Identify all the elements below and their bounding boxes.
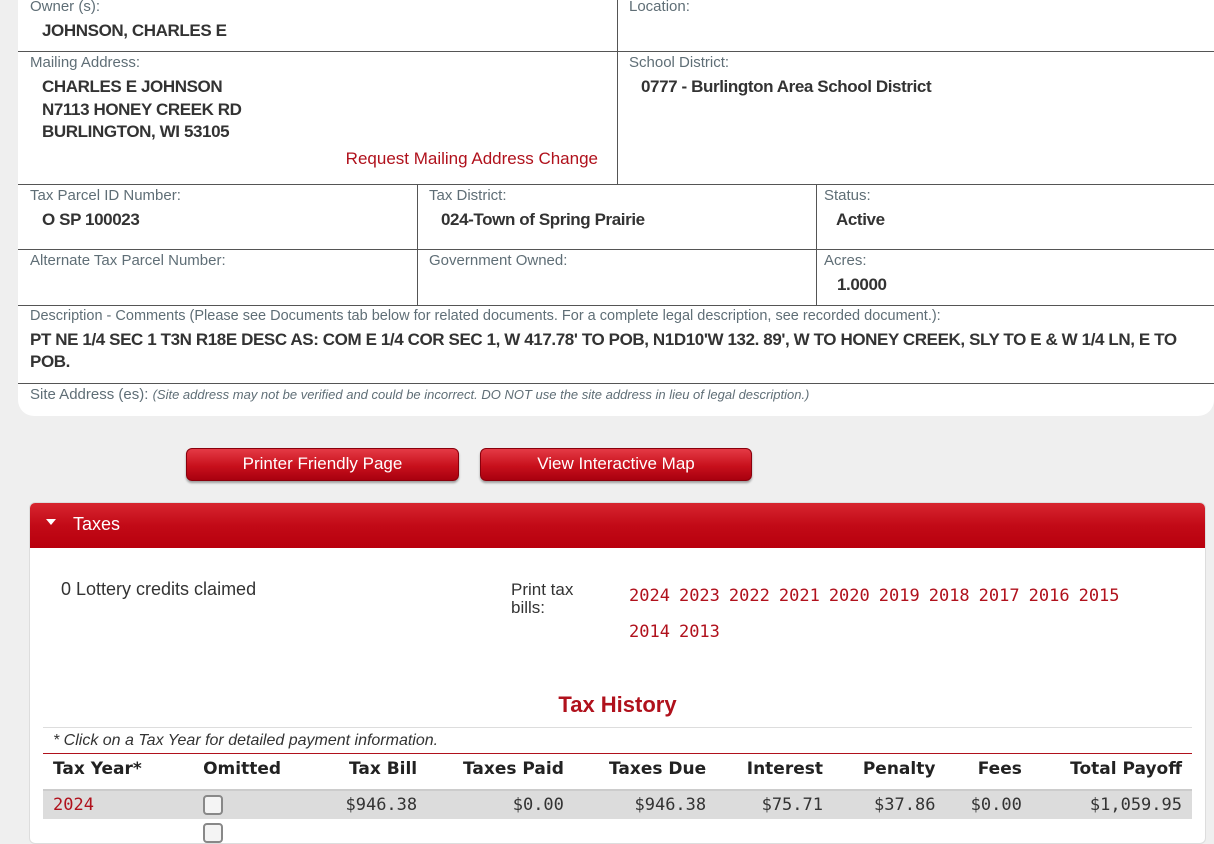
tax-bill-year-link[interactable]: 2020 xyxy=(829,586,870,606)
taxes-paid-cell: $0.00 xyxy=(427,790,574,819)
taxes-panel-title: Taxes xyxy=(73,514,121,534)
mailing-address-label: Mailing Address: xyxy=(30,54,141,71)
status-value: Active xyxy=(836,210,885,229)
column-header-omitted[interactable]: Omitted xyxy=(175,749,316,791)
tax-parcel-id-value: O SP 100023 xyxy=(42,210,140,229)
taxes-panel: Taxes 0 Lottery credits claimed Print ta… xyxy=(29,502,1206,844)
column-header-penalty[interactable]: Penalty xyxy=(833,749,946,791)
mailing-address-line: N7113 HONEY CREEK RD xyxy=(42,99,242,119)
divider xyxy=(18,249,1214,250)
lottery-credits-text: 0 Lottery credits claimed xyxy=(61,579,257,599)
column-header-tax-year[interactable]: Tax Year* xyxy=(43,749,176,791)
tax-district-value: 024-Town of Spring Prairie xyxy=(441,210,645,229)
tax-year-link[interactable]: 2024 xyxy=(43,790,176,819)
collapse-triangle-icon xyxy=(46,519,56,525)
table-row: 2024 $946.38 $0.00 $946.38 $75.71 $37.86… xyxy=(43,790,1192,819)
tax-history-note: * Click on a Tax Year for detailed payme… xyxy=(53,732,439,749)
acres-value: 1.0000 xyxy=(837,275,887,294)
site-address-label: Site Address (es): xyxy=(30,386,149,403)
government-owned-label: Government Owned: xyxy=(429,252,568,269)
mailing-address-line: BURLINGTON, WI 53105 xyxy=(42,122,230,141)
description-label: Description - Comments (Please see Docum… xyxy=(30,308,941,324)
tax-bill-year-link[interactable]: 2018 xyxy=(929,586,970,606)
tax-bill-year-link[interactable]: 2013 xyxy=(679,622,720,642)
column-header-fees[interactable]: Fees xyxy=(945,749,1032,791)
site-address-row: Site Address (es): (Site address may not… xyxy=(30,386,809,403)
status-label: Status: xyxy=(824,187,871,204)
taxes-due-cell: $946.38 xyxy=(573,790,717,819)
tax-bill-year-link[interactable]: 2015 xyxy=(1079,586,1120,606)
mailing-address-line: CHARLES E JOHNSON xyxy=(42,77,223,96)
tax-bill-year-link[interactable]: 2024 xyxy=(629,586,670,606)
column-header-interest[interactable]: Interest xyxy=(716,749,833,791)
divider xyxy=(816,184,817,305)
divider xyxy=(18,184,1214,185)
request-mailing-change-link[interactable]: Request Mailing Address Change xyxy=(346,149,598,169)
tax-bill-year-link[interactable]: 2016 xyxy=(1029,586,1070,606)
alternate-parcel-label: Alternate Tax Parcel Number: xyxy=(30,252,226,269)
divider xyxy=(417,184,418,305)
omitted-checkbox[interactable] xyxy=(203,795,224,815)
divider xyxy=(18,383,1214,384)
owner-value: JOHNSON, CHARLES E xyxy=(42,21,227,40)
divider xyxy=(18,51,1214,52)
school-district-label: School District: xyxy=(629,54,730,71)
omitted-checkbox[interactable] xyxy=(203,823,224,843)
tax-history-title: Tax History xyxy=(558,692,677,717)
mailing-address-value: CHARLES E JOHNSON N7113 HONEY CREEK RD B… xyxy=(42,76,242,144)
tax-bill-year-link[interactable]: 2021 xyxy=(779,586,820,606)
column-header-total-payoff[interactable]: Total Payoff xyxy=(1031,749,1192,791)
tax-parcel-id-label: Tax Parcel ID Number: xyxy=(30,187,181,204)
column-header-taxes-paid[interactable]: Taxes Paid xyxy=(427,749,574,791)
tax-bill-year-link[interactable]: 2022 xyxy=(729,586,770,606)
omitted-cell xyxy=(175,790,316,819)
tax-district-label: Tax District: xyxy=(429,187,507,204)
tax-bill-years: 2024 2023 2022 2021 2020 2019 2018 2017 2016 2015… xyxy=(629,578,1199,650)
tax-bill-cell: $946.38 xyxy=(315,790,428,819)
location-label: Location: xyxy=(629,0,690,15)
divider xyxy=(43,727,1192,728)
taxes-panel-header[interactable]: Taxes xyxy=(30,503,1205,548)
divider xyxy=(617,0,618,184)
parcel-info-card: Owner (s): JOHNSON, CHARLES E Location: … xyxy=(18,0,1214,416)
description-value: PT NE 1/4 SEC 1 T3N R18E DESC AS: COM E … xyxy=(30,330,1177,371)
acres-label: Acres: xyxy=(824,252,867,269)
tax-bill-year-link[interactable]: 2017 xyxy=(979,586,1020,606)
tax-bill-year-link[interactable]: 2014 xyxy=(629,622,670,642)
divider xyxy=(18,305,1214,306)
tax-bill-year-link[interactable]: 2019 xyxy=(879,586,920,606)
view-interactive-map-button[interactable]: View Interactive Map xyxy=(480,448,752,481)
omitted-cell xyxy=(175,819,316,843)
column-header-tax-bill[interactable]: Tax Bill xyxy=(315,749,428,791)
owner-label: Owner (s): xyxy=(30,0,101,15)
print-tax-bills-label: Print tax bills: xyxy=(511,580,574,617)
tax-bill-year-link[interactable]: 2023 xyxy=(679,586,720,606)
school-district-value: 0777 - Burlington Area School District xyxy=(641,77,932,96)
site-address-note: (Site address may not be verified and co… xyxy=(152,387,810,402)
table-row xyxy=(43,819,1192,843)
printer-friendly-button[interactable]: Printer Friendly Page xyxy=(186,448,459,481)
penalty-cell: $37.86 xyxy=(833,790,946,819)
interest-cell: $75.71 xyxy=(716,790,833,819)
fees-cell: $0.00 xyxy=(945,790,1032,819)
column-header-taxes-due[interactable]: Taxes Due xyxy=(573,749,717,791)
total-payoff-cell: $1,059.95 xyxy=(1031,790,1192,819)
